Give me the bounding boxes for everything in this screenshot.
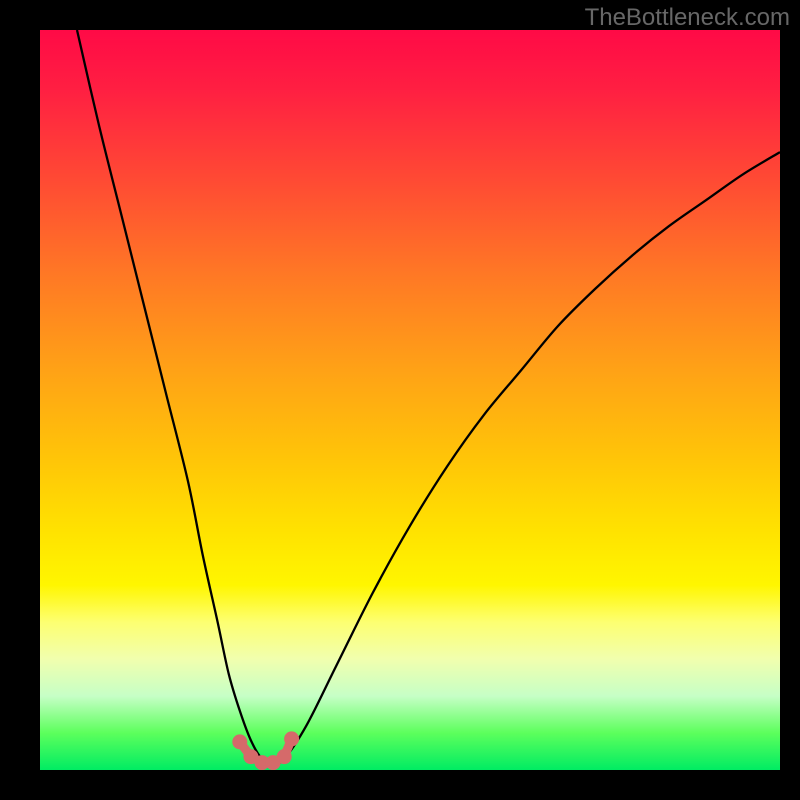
optimal-marker (277, 749, 292, 764)
optimal-marker (232, 734, 247, 749)
chart-plot-area (40, 30, 780, 770)
watermark-text: TheBottleneck.com (585, 4, 790, 32)
optimal-marker (284, 731, 299, 746)
bottleneck-curve (77, 30, 780, 764)
curve-svg (40, 30, 780, 770)
